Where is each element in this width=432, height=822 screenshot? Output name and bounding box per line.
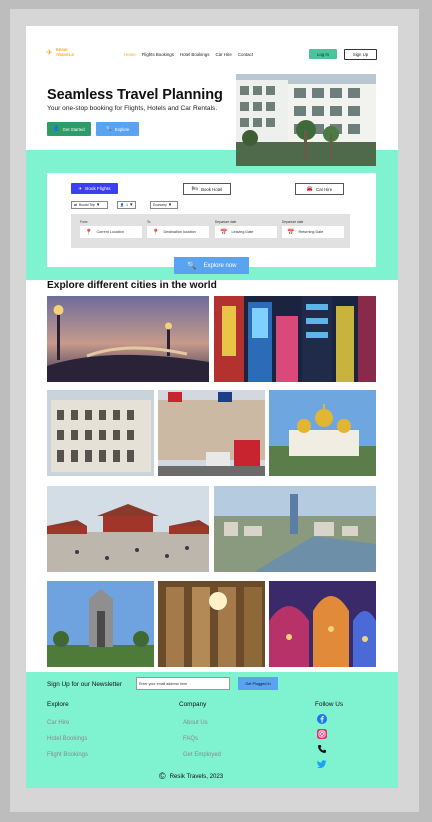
explore-now-button[interactable]: 🔍 Explore now [174,257,249,274]
city-photo-lagos[interactable] [214,486,376,572]
twitter-icon[interactable] [316,758,327,769]
tab-car-hire-label: Car Hire [316,186,333,192]
explore-label: Explore [114,126,130,132]
tab-book-flights-label: Book Flights [85,186,111,191]
web-page: ✈ RESIK TRAVELS Home Flights Bookings Ho… [26,26,398,788]
nav-flights-bookings[interactable]: Flights Bookings [142,52,174,57]
trip-type-value: Round Trip [78,203,95,207]
passengers-select[interactable]: 👤 1 ▾ [117,201,136,209]
hero-subtitle: Your one-stop booking for Flights, Hotel… [47,105,218,112]
tab-book-flights[interactable]: ✈ Book Flights [71,183,118,194]
city-photo-paris[interactable] [47,296,209,382]
copyright: © Resik Travels, 2023 [159,771,223,781]
cabin-class-select[interactable]: Economy ▾ [150,201,178,209]
nav-home[interactable]: Home [124,52,136,57]
footer-explore-heading: Explore [47,701,69,708]
footer-link-get-employed[interactable]: Get Employed [183,752,221,758]
copyright-icon: © [159,771,166,781]
location-pin-icon: 📍 [85,229,93,236]
to-value: Destination location [163,230,196,234]
location-pin-icon: 📍 [152,229,160,236]
facebook-icon[interactable] [316,713,327,724]
calendar-icon: 📅 [287,229,295,236]
trip-type-select[interactable]: ⇄ Round Trip ▾ [71,201,108,209]
swap-icon: ⇄ [74,203,77,207]
newsletter-label: Sign Up for our Newsletter [47,681,122,688]
footer-follow-heading: Follow Us [315,701,344,708]
footer-link-flight-bookings[interactable]: Flight Bookings [47,752,88,758]
hotel-image [236,74,376,166]
chevron-down-icon: ▾ [96,201,100,208]
logo[interactable]: ✈ RESIK TRAVELS [46,47,75,57]
tab-book-hotel[interactable]: 🛏 Book Hotel [183,183,231,195]
user-icon: 👤 [53,126,60,132]
passengers-value: 1 [126,203,128,207]
nav-car-hire[interactable]: Car Hire [215,52,231,57]
departure-label: Departure date [215,220,237,224]
main-nav: Home Flights Bookings Hotel Bookings Car… [124,52,253,57]
from-label: From [80,220,88,224]
explore-now-label: Explore now [203,262,237,269]
footer-link-about-us[interactable]: About Us [183,720,208,726]
nav-hotel-bookings[interactable]: Hotel Bookings [180,52,210,57]
city-photo-london[interactable] [158,390,265,476]
cities-section-title: Explore different cities in the world [47,280,217,291]
return-date-value: Returning Date [298,230,324,234]
instagram-icon[interactable] [316,728,327,739]
phone-icon[interactable] [316,743,327,754]
car-icon: 🚘 [306,186,314,192]
copyright-text: Resik Travels, 2023 [169,772,224,780]
chevron-down-icon: ▾ [129,201,133,208]
city-photo-beijing[interactable] [47,486,209,572]
return-label: Departure date [282,220,304,224]
bed-icon: 🛏 [191,186,199,192]
footer-link-hotel-bookings[interactable]: Hotel Bookings [47,736,87,742]
search-icon: 🔍 [105,126,112,132]
return-date-field[interactable]: 📅 Returning Date [282,226,344,238]
person-icon: 👤 [120,203,125,207]
city-photo-classic-building[interactable] [47,390,154,476]
from-value: Current Location [96,230,124,234]
footer-link-car-hire[interactable]: Car Hire [47,720,69,726]
to-label: To [147,220,151,224]
chevron-down-icon: ▾ [168,201,172,208]
footer-link-faqs[interactable]: FAQs [183,736,198,742]
city-photo-tokyo[interactable] [214,296,376,382]
city-photo-egypt-temple[interactable] [158,581,265,667]
newsletter-submit-button[interactable]: Get Plugged In [238,677,278,690]
calendar-icon: 📅 [220,229,228,236]
cabin-class-value: Economy [153,203,167,207]
logo-text-line2: TRAVELS [55,51,75,57]
from-field[interactable]: 📍 Current Location [80,226,142,238]
get-started-button[interactable]: 👤 Get Started [47,122,91,136]
search-icon: 🔍 [186,261,197,270]
city-photo-mosque[interactable] [269,581,376,667]
get-started-label: Get Started [62,126,85,132]
departure-date-field[interactable]: 📅 Leaving Date [215,226,277,238]
footer-company-heading: Company [179,701,207,708]
city-photo-ghana-memorial[interactable] [47,581,154,667]
nav-contact[interactable]: Contact [238,52,253,57]
city-photo-kyiv[interactable] [269,390,376,476]
plane-logo-icon: ✈ [46,47,53,57]
hero-title: Seamless Travel Planning [47,87,223,103]
plane-icon: ✈ [78,185,83,191]
tab-car-hire[interactable]: 🚘 Car Hire [295,183,344,195]
login-button[interactable]: Log In [309,49,337,59]
departure-date-value: Leaving Date [231,230,254,234]
to-field[interactable]: 📍 Destination location [147,226,209,238]
signup-button[interactable]: Sign Up [344,49,377,60]
explore-button[interactable]: 🔍 Explore [96,122,139,136]
tab-book-hotel-label: Book Hotel [201,186,223,192]
newsletter-email-input[interactable]: Enter your email address here [136,677,230,690]
